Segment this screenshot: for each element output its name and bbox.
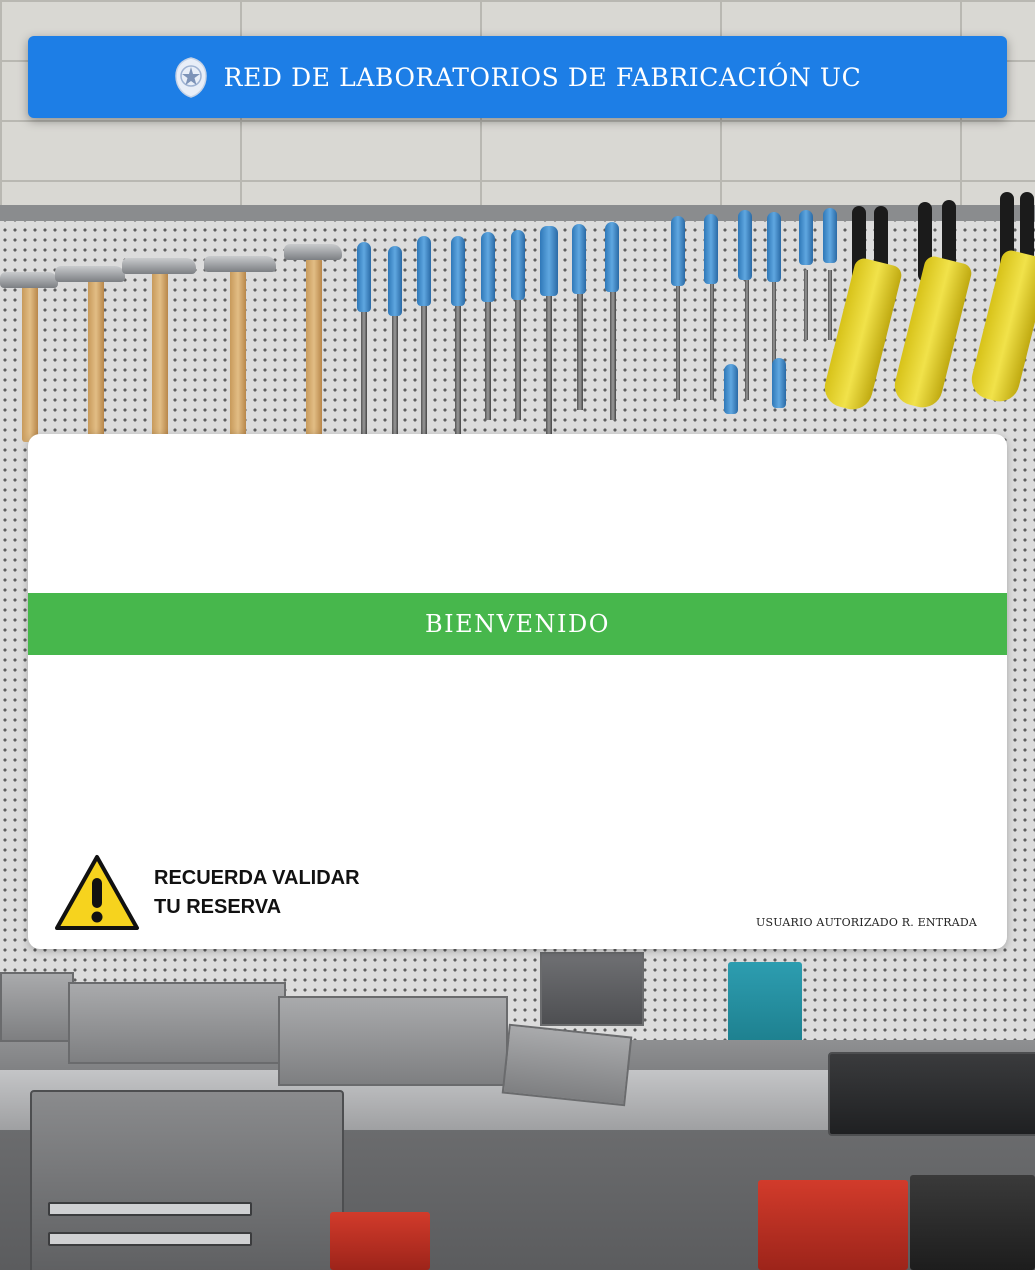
file-blade xyxy=(676,280,680,400)
file-blade xyxy=(361,300,367,440)
file-handle xyxy=(799,210,813,265)
file-blade xyxy=(828,270,832,340)
dark-crate xyxy=(910,1175,1035,1270)
hammer xyxy=(22,282,38,442)
file-handle xyxy=(451,236,465,306)
file-handle xyxy=(671,216,685,286)
parts-organizer xyxy=(0,972,74,1042)
file-handle xyxy=(511,230,525,300)
red-tool xyxy=(330,1212,430,1270)
file-blade xyxy=(745,280,749,400)
file-handle xyxy=(724,364,738,414)
file-blade xyxy=(392,300,398,440)
file-handle xyxy=(357,242,371,312)
reservation-warning: RECUERDA VALIDAR TU RESERVA xyxy=(54,854,360,932)
drill-bit-rack xyxy=(540,952,644,1026)
hammer-head xyxy=(204,256,276,272)
file-handle xyxy=(605,222,619,292)
warning-line-1: RECUERDA VALIDAR xyxy=(154,867,360,889)
header-bar: RED DE LABORATORIOS DE FABRICACIÓN UC xyxy=(28,36,1007,118)
authorization-status: USUARIO AUTORIZADO R. ENTRADA xyxy=(756,916,977,929)
file-blade xyxy=(455,300,461,440)
file-blade xyxy=(610,290,616,420)
hammer xyxy=(230,268,246,443)
file-handle xyxy=(417,236,431,306)
hammer-head xyxy=(122,258,196,274)
hammer xyxy=(152,268,168,443)
file-handle xyxy=(481,232,495,302)
file-handle xyxy=(767,212,781,282)
hammer-head xyxy=(0,272,58,288)
toolbox-drawer xyxy=(48,1232,252,1246)
warning-text: RECUERDA VALIDAR TU RESERVA xyxy=(154,864,360,922)
file-blade xyxy=(421,300,427,440)
file-handle xyxy=(738,210,752,280)
file-handle xyxy=(572,224,586,294)
welcome-message: BIENVENIDO xyxy=(425,610,610,638)
file-handle xyxy=(704,214,718,284)
file-handle xyxy=(388,246,402,316)
hammer-head xyxy=(284,244,342,260)
file-blade xyxy=(577,290,583,410)
hammer xyxy=(306,258,322,443)
warning-triangle-icon xyxy=(55,855,139,930)
file-handle xyxy=(772,358,786,408)
file-blade xyxy=(710,280,714,400)
file-blade xyxy=(515,290,521,420)
tool-tray xyxy=(501,1023,633,1107)
hammer-head xyxy=(55,266,125,282)
app-title: RED DE LABORATORIOS DE FABRICACIÓN UC xyxy=(223,62,862,92)
black-toolbox xyxy=(828,1052,1035,1136)
welcome-band: BIENVENIDO xyxy=(28,593,1007,655)
access-card: BIENVENIDO RECUERDA VALIDAR TU RESERVA U… xyxy=(28,434,1007,949)
hammer xyxy=(88,278,104,443)
file-blade xyxy=(772,280,776,370)
tool-tray xyxy=(68,982,286,1064)
file-blade xyxy=(804,270,808,340)
tool-tray xyxy=(278,996,508,1086)
file-handle xyxy=(823,208,837,263)
file-blade xyxy=(485,290,491,420)
university-seal-icon xyxy=(174,57,207,98)
warning-line-2: TU RESERVA xyxy=(154,896,282,918)
toolbox-drawer xyxy=(48,1202,252,1216)
red-crate xyxy=(758,1180,908,1270)
file-blade xyxy=(546,290,552,440)
file-handle xyxy=(540,226,558,296)
